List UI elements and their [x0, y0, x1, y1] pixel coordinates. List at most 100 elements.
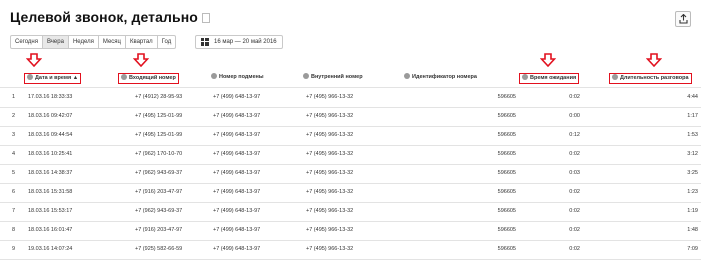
- table-row[interactable]: 9 19.03.16 14:07:24 +7 (925) 582-66-59 +7 (…: [0, 240, 701, 259]
- row-number: 4: [12, 151, 16, 157]
- cell-number-id: 596605: [497, 151, 516, 157]
- table-row[interactable]: 4 18.03.16 10:25:41 +7 (962) 170-10-70 +7 (…: [0, 145, 701, 164]
- column-header-call-duration[interactable]: Длительность разговора: [609, 73, 692, 84]
- help-icon[interactable]: [27, 74, 33, 80]
- row-number: 1: [12, 94, 16, 100]
- cell-wait-time: 0:02: [569, 246, 580, 252]
- cell-wait-time: 0:02: [569, 94, 580, 100]
- cell-number-id: 596605: [497, 132, 516, 138]
- table-header: Дата и время ▲ Входящий номер Номер подм…: [0, 67, 701, 87]
- column-header-substitute-number[interactable]: Номер подмены: [211, 72, 264, 83]
- table-row[interactable]: 3 18.03.16 09:44:54 +7 (495) 125-01-99 +7 (…: [0, 126, 701, 145]
- cell-call-duration: 7:09: [687, 246, 698, 252]
- cell-substitute-number: +7 (499) 648-13-97: [213, 113, 261, 119]
- help-icon[interactable]: [612, 74, 618, 80]
- arrow-down-icon: [646, 53, 662, 67]
- cell-incoming-number: +7 (916) 203-47-97: [135, 189, 183, 195]
- row-number: 6: [12, 189, 16, 195]
- page-title: Целевой звонок, детально: [10, 9, 210, 25]
- cell-internal-number: +7 (495) 966-13-32: [306, 132, 354, 138]
- cell-wait-time: 0:02: [569, 227, 580, 233]
- upload-icon: [678, 14, 688, 24]
- cell-substitute-number: +7 (499) 648-13-97: [213, 132, 261, 138]
- period-quarter-button[interactable]: Квартал: [125, 35, 158, 49]
- cell-incoming-number: +7 (925) 582-66-59: [135, 246, 183, 252]
- row-number: 3: [12, 132, 16, 138]
- calendar-icon: [201, 38, 209, 46]
- cell-wait-time: 0:02: [569, 151, 580, 157]
- cell-datetime: 18.03.16 09:42:07: [28, 113, 73, 119]
- cell-number-id: 596605: [497, 246, 516, 252]
- period-today-button[interactable]: Сегодня: [10, 35, 43, 49]
- table-row[interactable]: 2 18.03.16 09:42:07 +7 (495) 125-01-99 +7 (…: [0, 107, 701, 126]
- cell-substitute-number: +7 (499) 648-13-97: [213, 227, 261, 233]
- cell-call-duration: 3:25: [687, 170, 698, 176]
- cell-datetime: 18.03.16 09:44:54: [28, 132, 73, 138]
- date-range-label: 16 мар — 20 май 2016: [214, 39, 277, 45]
- cell-datetime: 18.03.16 14:38:37: [28, 170, 73, 176]
- column-header-internal-number[interactable]: Внутренний номер: [303, 72, 363, 83]
- cell-wait-time: 0:12: [569, 132, 580, 138]
- cell-substitute-number: +7 (499) 648-13-97: [213, 94, 261, 100]
- cell-datetime: 19.03.16 14:07:24: [28, 246, 73, 252]
- cell-wait-time: 0:02: [569, 189, 580, 195]
- cell-incoming-number: +7 (962) 943-69-37: [135, 170, 183, 176]
- cell-substitute-number: +7 (499) 648-13-97: [213, 208, 261, 214]
- help-icon[interactable]: [404, 73, 410, 79]
- column-header-datetime[interactable]: Дата и время ▲: [24, 73, 82, 84]
- row-number: 5: [12, 170, 16, 176]
- cell-number-id: 596605: [497, 94, 516, 100]
- cell-number-id: 596605: [497, 208, 516, 214]
- cell-incoming-number: +7 (962) 170-10-70: [135, 151, 183, 157]
- cell-call-duration: 1:48: [687, 227, 698, 233]
- cell-wait-time: 0:02: [569, 208, 580, 214]
- help-icon[interactable]: [303, 73, 309, 79]
- period-selector: Сегодня Вчера Неделя Месяц Квартал Год: [10, 35, 177, 49]
- cell-datetime: 18.03.16 10:25:41: [28, 151, 73, 157]
- cell-call-duration: 4:44: [687, 94, 698, 100]
- table-row[interactable]: 7 18.03.16 15:53:17 +7 (962) 943-69-37 +7 (…: [0, 202, 701, 221]
- cell-incoming-number: +7 (962) 943-69-37: [135, 208, 183, 214]
- table-row[interactable]: 5 18.03.16 14:38:37 +7 (962) 943-69-37 +7 (…: [0, 164, 701, 183]
- column-header-number-id[interactable]: Идентификатор номера: [404, 72, 477, 83]
- cell-wait-time: 0:00: [569, 113, 580, 119]
- arrow-down-icon: [540, 53, 556, 67]
- cell-datetime: 18.03.16 16:01:47: [28, 227, 73, 233]
- cell-internal-number: +7 (495) 966-13-32: [306, 208, 354, 214]
- sort-ascending-icon: ▲: [72, 75, 79, 81]
- table-row[interactable]: 6 18.03.16 15:31:58 +7 (916) 203-47-97 +7 (…: [0, 183, 701, 202]
- period-week-button[interactable]: Неделя: [68, 35, 99, 49]
- cell-datetime: 18.03.16 15:53:17: [28, 208, 73, 214]
- export-button[interactable]: [675, 11, 691, 27]
- period-yesterday-button[interactable]: Вчера: [43, 35, 69, 49]
- arrow-down-icon: [133, 53, 149, 67]
- help-icon[interactable]: [522, 74, 528, 80]
- cell-incoming-number: +7 (495) 125-01-99: [135, 113, 183, 119]
- cell-internal-number: +7 (495) 966-13-32: [306, 246, 354, 252]
- column-header-wait-time[interactable]: Время ожидания: [519, 73, 580, 84]
- table-row[interactable]: 8 18.03.16 16:01:47 +7 (916) 203-47-97 +7 (…: [0, 221, 701, 240]
- cell-internal-number: +7 (495) 966-13-32: [306, 227, 354, 233]
- help-icon[interactable]: [211, 73, 217, 79]
- row-number: 9: [12, 246, 16, 252]
- date-range-picker[interactable]: 16 мар — 20 май 2016: [195, 35, 283, 49]
- cell-datetime: 18.03.16 15:31:58: [28, 189, 73, 195]
- cell-wait-time: 0:03: [569, 170, 580, 176]
- arrow-down-icon: [26, 53, 42, 67]
- period-year-button[interactable]: Год: [157, 35, 177, 49]
- cell-internal-number: +7 (495) 966-13-32: [306, 170, 354, 176]
- column-header-incoming-number[interactable]: Входящий номер: [118, 73, 179, 84]
- help-icon[interactable]: [121, 74, 127, 80]
- cell-internal-number: +7 (495) 966-13-32: [306, 151, 354, 157]
- table-row[interactable]: 1 17.03.16 18:33:33 +7 (4912) 28-95-93 +7 (…: [0, 88, 701, 107]
- divider: [0, 259, 701, 260]
- cell-incoming-number: +7 (495) 125-01-99: [135, 132, 183, 138]
- cell-substitute-number: +7 (499) 648-13-97: [213, 246, 261, 252]
- cell-incoming-number: +7 (4912) 28-95-93: [135, 94, 183, 100]
- bookmark-icon[interactable]: [201, 13, 210, 23]
- cell-number-id: 596605: [497, 189, 516, 195]
- cell-number-id: 596605: [497, 170, 516, 176]
- cell-call-duration: 1:53: [687, 132, 698, 138]
- period-month-button[interactable]: Месяц: [98, 35, 126, 49]
- row-number: 8: [12, 227, 16, 233]
